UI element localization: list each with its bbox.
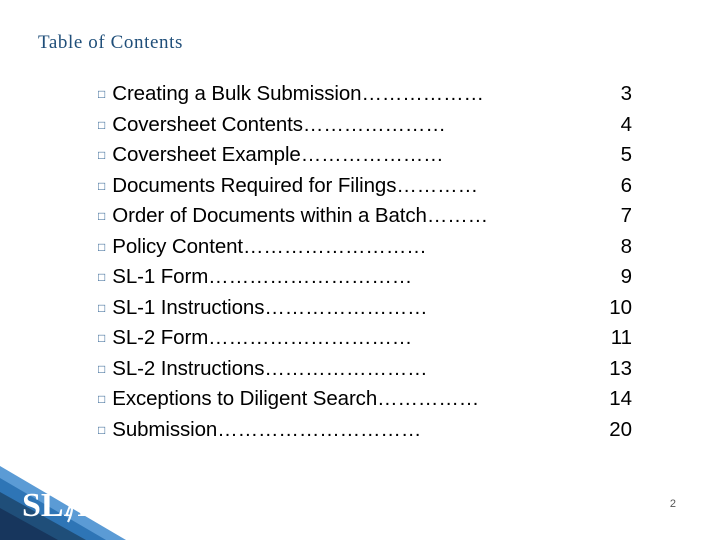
- square-bullet-icon: □: [98, 178, 106, 193]
- toc-entry-label: SL-2 Instructions……………………: [112, 356, 428, 380]
- toc-entry-page-number: 20: [609, 417, 632, 441]
- square-bullet-icon: □: [98, 300, 106, 315]
- square-bullet-icon: □: [98, 87, 106, 101]
- toc-entry-label: Coversheet Contents…………………: [112, 112, 446, 136]
- slide-number: 2: [669, 498, 676, 510]
- toc-entry-page-number: 14: [609, 387, 632, 410]
- toc-entry[interactable]: □ SL-2 Form………………………… 11: [98, 326, 658, 357]
- square-bullet-icon: □: [98, 117, 106, 132]
- toc-entry-page-number: 7: [620, 204, 632, 227]
- toc-entry[interactable]: □ Coversheet Contents………………… 4: [98, 113, 658, 144]
- svg-text:SLA: SLA: [22, 487, 89, 524]
- toc-entry-label: Creating a Bulk Submission………………: [112, 82, 484, 105]
- square-bullet-icon: □: [98, 392, 106, 406]
- square-bullet-icon: □: [98, 209, 106, 223]
- toc-entry-page-number: 5: [620, 143, 632, 166]
- toc-entry-label: Documents Required for Filings…………: [112, 173, 478, 197]
- square-bullet-icon: □: [98, 270, 106, 284]
- toc-entry-page-number: 9: [620, 265, 632, 288]
- toc-entry-page-number: 8: [620, 234, 632, 258]
- toc-entry-page-number: 10: [609, 295, 632, 319]
- toc-entry[interactable]: □ Creating a Bulk Submission……………… 3: [98, 82, 658, 113]
- toc-entry-label: Order of Documents within a Batch………: [112, 204, 489, 227]
- square-bullet-icon: □: [98, 422, 106, 437]
- toc-entry-page-number: 11: [610, 326, 632, 349]
- page-title: Table of Contents: [38, 32, 184, 53]
- toc-entry-label: SL-1 Form…………………………: [112, 265, 413, 288]
- toc-entry-page-number: 6: [620, 173, 632, 197]
- sla-logo: SLA: [22, 480, 118, 526]
- table-of-contents: □ Creating a Bulk Submission……………… 3 □ Cover…: [98, 82, 658, 448]
- square-bullet-icon: □: [98, 239, 106, 254]
- toc-entry[interactable]: □ Exceptions to Diligent Search…………… 14: [98, 387, 658, 418]
- square-bullet-icon: □: [98, 331, 106, 345]
- square-bullet-icon: □: [98, 148, 106, 162]
- toc-entry-label: Policy Content………………………: [112, 234, 427, 258]
- toc-entry-label: SL-2 Form…………………………: [112, 326, 413, 349]
- toc-entry[interactable]: □ Submission………………………… 20: [98, 418, 658, 449]
- toc-entry[interactable]: □ Coversheet Example………………… 5: [98, 143, 658, 174]
- toc-entry-page-number: 13: [609, 356, 632, 380]
- toc-entry-page-number: 4: [620, 112, 632, 136]
- toc-entry-label: Coversheet Example…………………: [112, 143, 444, 166]
- toc-entry[interactable]: □ SL-2 Instructions…………………… 13: [98, 357, 658, 388]
- square-bullet-icon: □: [98, 361, 106, 376]
- toc-entry-label: Exceptions to Diligent Search……………: [112, 387, 480, 410]
- toc-entry[interactable]: □ Order of Documents within a Batch……… 7: [98, 204, 658, 235]
- toc-entry-label: SL-1 Instructions……………………: [112, 295, 428, 319]
- toc-entry[interactable]: □ SL-1 Instructions…………………… 10: [98, 296, 658, 327]
- toc-entry-page-number: 3: [620, 82, 632, 105]
- toc-entry-label: Submission…………………………: [112, 417, 422, 441]
- toc-entry[interactable]: □ Policy Content……………………… 8: [98, 235, 658, 266]
- toc-entry[interactable]: □ SL-1 Form………………………… 9: [98, 265, 658, 296]
- toc-entry[interactable]: □ Documents Required for Filings………… 6: [98, 174, 658, 205]
- slide: Table of Contents □ Creating a Bulk Submi…: [0, 0, 720, 540]
